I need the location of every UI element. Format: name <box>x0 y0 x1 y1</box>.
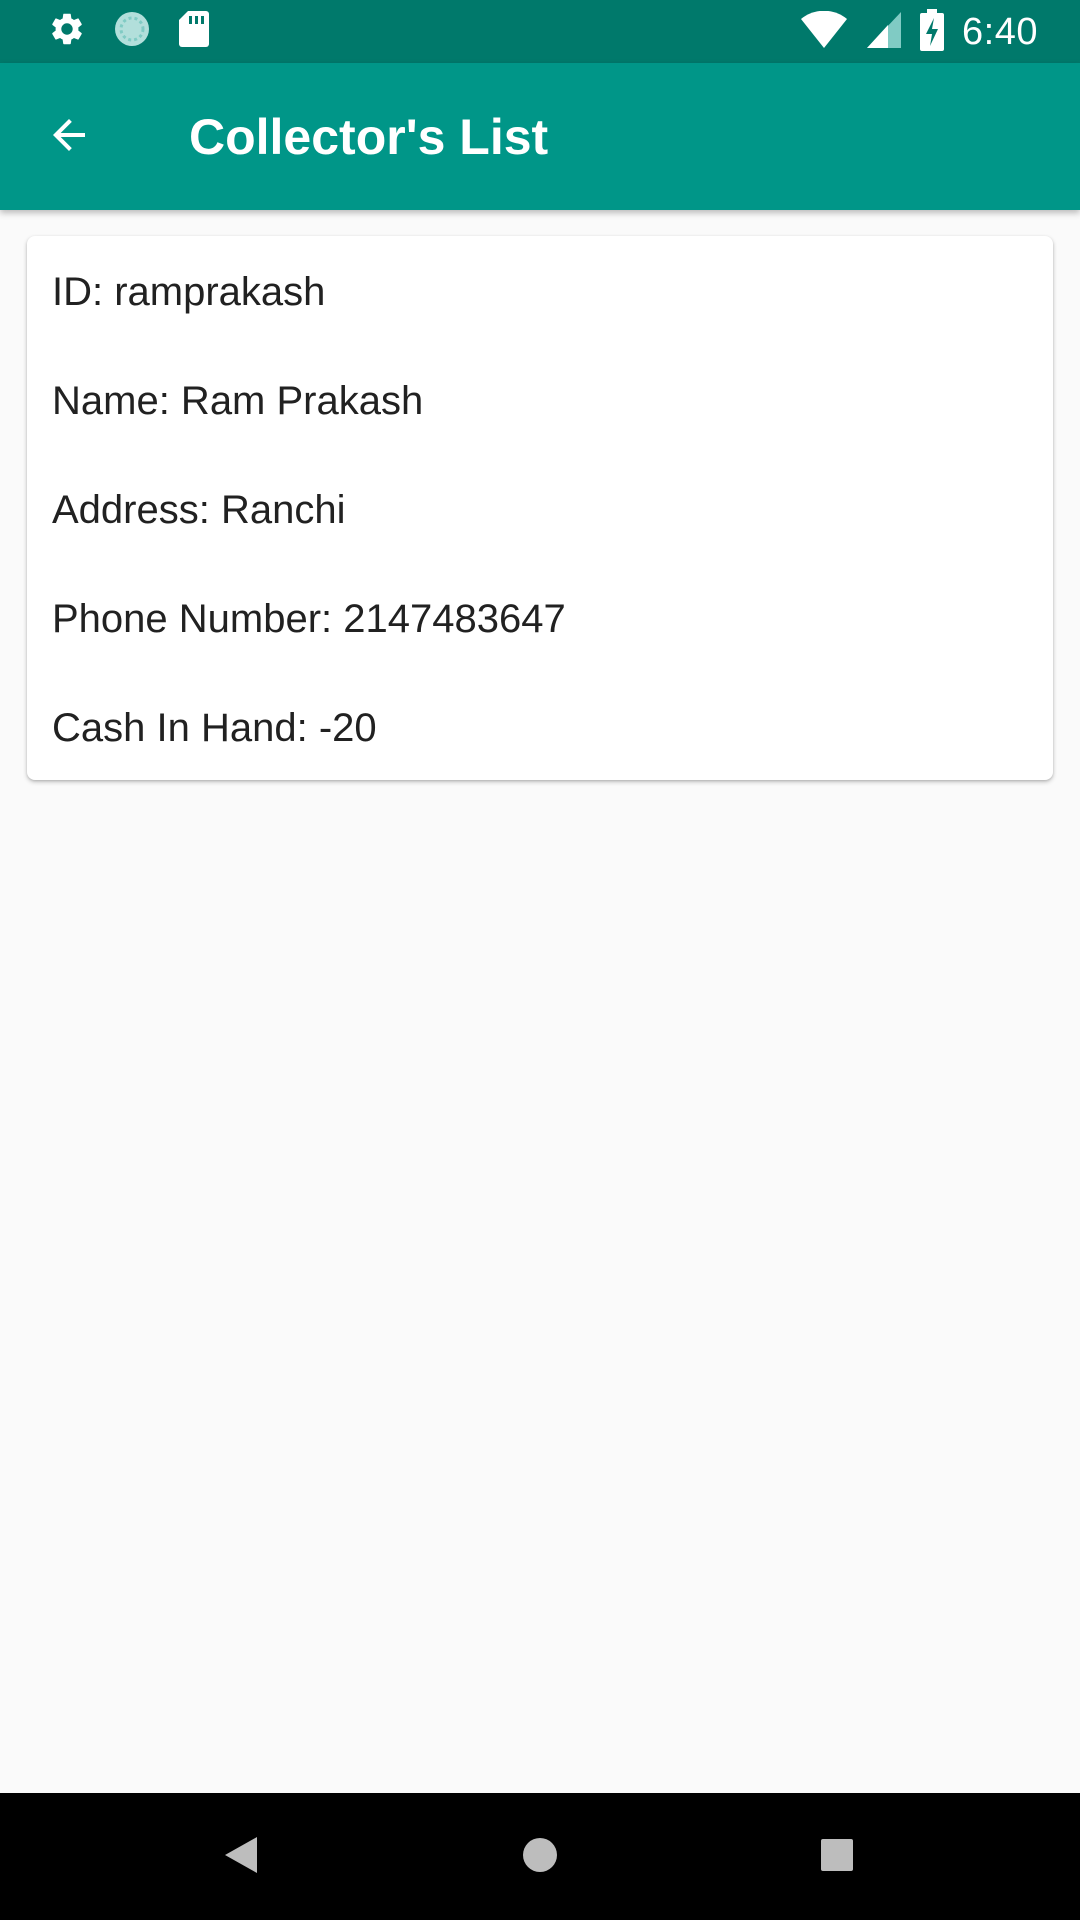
collector-id: ID: ramprakash <box>52 270 326 314</box>
nav-back-button[interactable] <box>201 1817 281 1897</box>
page-title: Collector's List <box>189 109 549 165</box>
nav-home-button[interactable] <box>500 1817 580 1897</box>
back-triangle-icon <box>223 1835 259 1880</box>
collector-address: Address: Ranchi <box>52 488 346 532</box>
gear-icon <box>48 10 86 53</box>
navigation-bar <box>0 1793 1080 1920</box>
recents-square-icon <box>819 1837 855 1878</box>
nav-recents-button[interactable] <box>797 1817 877 1897</box>
status-bar-right: 6:40 <box>800 8 1038 56</box>
collector-card[interactable]: ID: ramprakash Name: Ram Prakash Address… <box>27 236 1053 780</box>
sd-card-icon <box>178 10 210 53</box>
status-bar: 6:40 <box>0 0 1080 63</box>
arrow-back-icon <box>45 111 93 164</box>
collector-phone: Phone Number: 2147483647 <box>52 597 566 641</box>
status-time: 6:40 <box>962 10 1038 53</box>
sync-icon <box>112 9 152 54</box>
back-button[interactable] <box>36 104 102 170</box>
signal-icon <box>866 11 902 54</box>
status-bar-left <box>48 9 210 54</box>
collector-name: Name: Ram Prakash <box>52 379 424 423</box>
home-circle-icon <box>520 1835 560 1880</box>
wifi-icon <box>800 10 848 54</box>
battery-charging-icon <box>920 8 945 56</box>
collector-cash-in-hand: Cash In Hand: -20 <box>52 706 377 750</box>
app-bar: Collector's List <box>0 63 1080 210</box>
